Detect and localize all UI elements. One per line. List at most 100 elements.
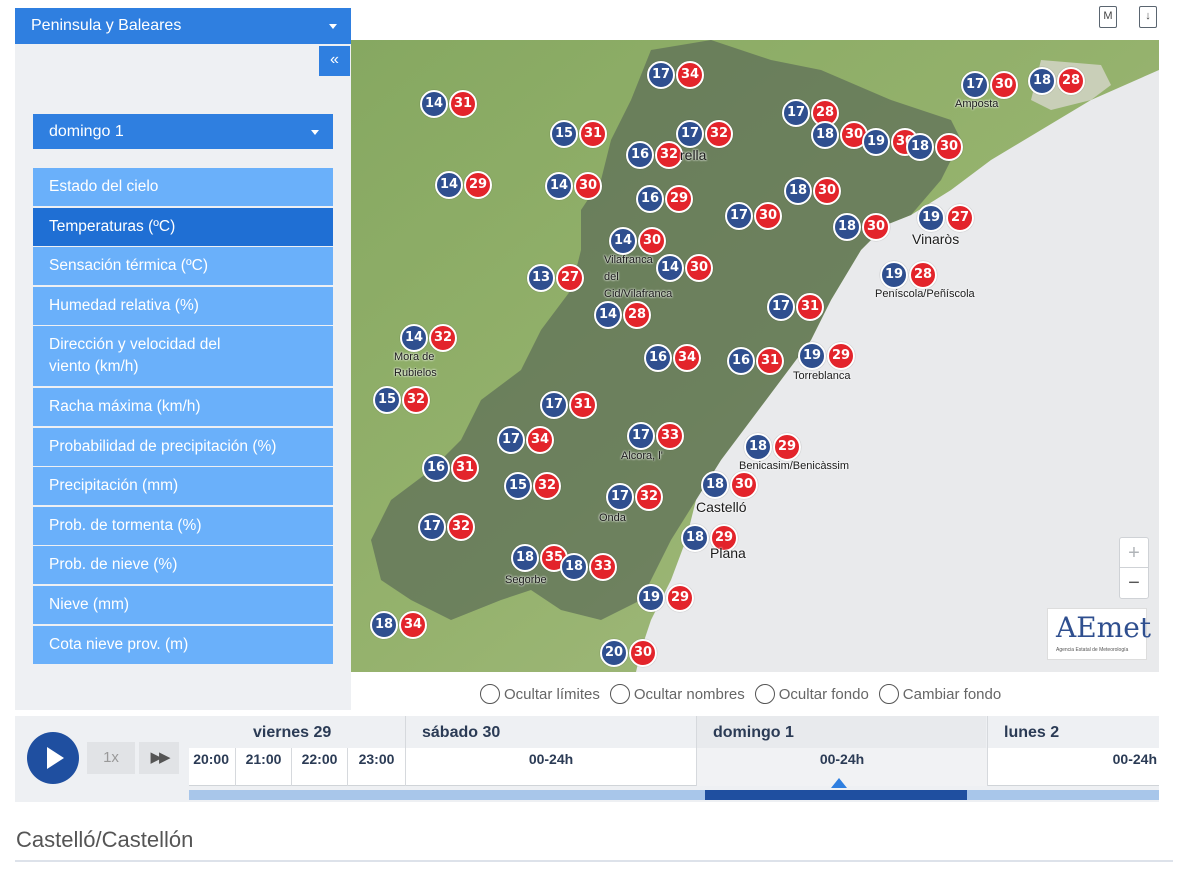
timeline-progress-bar[interactable] bbox=[189, 790, 1159, 800]
temp-marker[interactable]: 17 34 bbox=[497, 426, 554, 454]
speed-selector[interactable]: 1x bbox=[87, 742, 135, 774]
temp-marker[interactable]: 14 28 bbox=[594, 301, 651, 329]
min-temp: 17 bbox=[540, 391, 568, 419]
menu-item-prob-nieve[interactable]: Prob. de nieve (%) bbox=[33, 546, 333, 585]
temp-marker[interactable]: 16 29 bbox=[636, 185, 693, 213]
hour-slot[interactable]: 23:00 bbox=[347, 748, 405, 786]
temp-marker[interactable]: 17 32 bbox=[606, 483, 663, 511]
temp-marker[interactable]: 18 34 bbox=[370, 611, 427, 639]
checkbox-icon[interactable] bbox=[480, 684, 500, 704]
place-label: Mora de bbox=[394, 351, 435, 363]
hour-slot[interactable]: 00-24h bbox=[405, 748, 696, 786]
temp-marker[interactable]: 19 29 bbox=[798, 342, 855, 370]
hour-slot[interactable]: 21:00 bbox=[235, 748, 291, 786]
temp-marker[interactable]: 17 34 bbox=[647, 61, 704, 89]
temp-marker[interactable]: 17 30 bbox=[725, 202, 782, 230]
day-select[interactable]: domingo 1 bbox=[33, 114, 333, 149]
temp-marker[interactable]: 16 34 bbox=[644, 344, 701, 372]
temp-marker[interactable]: 14 30 bbox=[609, 227, 666, 255]
collapse-panel-button[interactable]: « bbox=[319, 46, 350, 76]
temp-marker[interactable]: 18 30 bbox=[784, 177, 841, 205]
temp-marker[interactable]: 18 30 bbox=[906, 133, 963, 161]
menu-item-temperaturas[interactable]: Temperaturas (ºC) bbox=[33, 207, 333, 246]
place-label: Alcora, l' bbox=[621, 450, 663, 462]
temp-marker[interactable]: 18 28 bbox=[1028, 67, 1085, 95]
min-temp: 17 bbox=[767, 293, 795, 321]
temp-marker[interactable]: 18 30 bbox=[833, 213, 890, 241]
menu-item-cota-nieve[interactable]: Cota nieve prov. (m) bbox=[33, 625, 333, 664]
temp-marker[interactable]: 15 31 bbox=[550, 120, 607, 148]
option-cambiar-fondo[interactable]: Cambiar fondo bbox=[878, 684, 1001, 704]
menu-item-sensacion-termica[interactable]: Sensación térmica (ºC) bbox=[33, 247, 333, 286]
temp-marker[interactable]: 18 33 bbox=[560, 553, 617, 581]
zoom-out-button[interactable]: − bbox=[1120, 568, 1148, 598]
temp-marker[interactable]: 14 32 bbox=[400, 324, 457, 352]
temp-marker[interactable]: 14 30 bbox=[545, 172, 602, 200]
temp-marker[interactable]: 20 30 bbox=[600, 639, 657, 667]
checkbox-icon[interactable] bbox=[609, 684, 630, 704]
option-ocultar-limites[interactable]: Ocultar límites bbox=[480, 684, 600, 704]
temp-marker[interactable]: 16 31 bbox=[727, 347, 784, 375]
place-label: Benicasim/Benicàssim bbox=[739, 460, 850, 472]
temp-marker[interactable]: 19 29 bbox=[637, 584, 694, 612]
menu-item-prob-tormenta[interactable]: Prob. de tormenta (%) bbox=[33, 506, 333, 545]
temp-marker[interactable]: 15 32 bbox=[504, 472, 561, 500]
temp-marker[interactable]: 18 30 bbox=[701, 471, 758, 499]
place-label: Segorbe bbox=[505, 574, 547, 586]
temp-marker[interactable]: 18 29 bbox=[744, 433, 801, 461]
timeline-pointer-icon bbox=[831, 778, 847, 788]
max-temp: 31 bbox=[569, 391, 597, 419]
title-divider bbox=[15, 860, 1173, 862]
temp-marker[interactable]: 16 31 bbox=[422, 454, 479, 482]
region-select[interactable]: Peninsula y Baleares bbox=[15, 8, 351, 44]
hour-slot[interactable]: 20:00 bbox=[189, 748, 235, 786]
max-temp: 29 bbox=[464, 171, 492, 199]
checkbox-icon[interactable] bbox=[754, 684, 775, 704]
option-ocultar-fondo[interactable]: Ocultar fondo bbox=[754, 684, 869, 704]
zoom-in-button[interactable]: + bbox=[1120, 538, 1148, 568]
temp-marker[interactable]: 13 27 bbox=[527, 264, 584, 292]
menu-item-viento[interactable]: Dirección y velocidad del viento (km/h) bbox=[33, 326, 333, 387]
checkbox-icon[interactable] bbox=[878, 684, 899, 704]
logo-subtitle: Agencia Estatal de Meteorología bbox=[1056, 647, 1129, 653]
option-ocultar-nombres[interactable]: Ocultar nombres bbox=[609, 684, 745, 704]
temp-marker[interactable]: 17 32 bbox=[676, 120, 733, 148]
download-icon[interactable]: ↓ bbox=[1139, 6, 1157, 28]
min-temp: 18 bbox=[511, 544, 539, 572]
temp-marker[interactable]: 16 32 bbox=[626, 141, 683, 169]
temp-marker[interactable]: 14 30 bbox=[656, 254, 713, 282]
option-label: Ocultar límites bbox=[504, 685, 600, 703]
menu-item-prob-precipitacion[interactable]: Probabilidad de precipitación (%) bbox=[33, 427, 333, 466]
left-panel: Peninsula y Baleares « domingo 1 Estado … bbox=[15, 8, 351, 710]
temp-marker[interactable]: 19 27 bbox=[917, 204, 974, 232]
place-label: Rubielos bbox=[394, 367, 437, 379]
temp-marker[interactable]: 14 29 bbox=[435, 171, 492, 199]
temp-marker[interactable]: 15 32 bbox=[373, 386, 430, 414]
min-temp: 19 bbox=[917, 204, 945, 232]
menu-item-humedad-relativa[interactable]: Humedad relativa (%) bbox=[33, 286, 333, 325]
menu-item-nieve[interactable]: Nieve (mm) bbox=[33, 585, 333, 624]
temp-marker[interactable]: 19 28 bbox=[880, 261, 937, 289]
fast-forward-button[interactable]: ▶▶ bbox=[139, 742, 179, 774]
map-export-icon[interactable]: M bbox=[1099, 6, 1117, 28]
temp-marker[interactable]: 17 31 bbox=[767, 293, 824, 321]
play-button[interactable] bbox=[27, 732, 79, 784]
day-label: sábado 30 bbox=[405, 716, 695, 748]
min-temp: 18 bbox=[784, 177, 812, 205]
min-temp: 18 bbox=[681, 524, 709, 552]
weather-map[interactable]: 17 34 14 31 15 31 17 32 16 32 17 28 18 30 19 30 … bbox=[351, 40, 1159, 672]
temp-marker[interactable]: 17 31 bbox=[540, 391, 597, 419]
max-temp: 31 bbox=[449, 90, 477, 118]
temp-marker[interactable]: 18 30 bbox=[811, 121, 868, 149]
max-temp: 30 bbox=[754, 202, 782, 230]
min-temp: 15 bbox=[550, 120, 578, 148]
temp-marker[interactable]: 17 30 bbox=[961, 71, 1018, 99]
temp-marker[interactable]: 17 33 bbox=[627, 422, 684, 450]
menu-item-precipitacion[interactable]: Precipitación (mm) bbox=[33, 467, 333, 506]
hour-slot[interactable]: 22:00 bbox=[291, 748, 347, 786]
menu-item-estado-cielo[interactable]: Estado del cielo bbox=[33, 168, 333, 206]
temp-marker[interactable]: 14 31 bbox=[420, 90, 477, 118]
hour-slot[interactable]: 00-24h bbox=[987, 748, 1159, 786]
menu-item-racha-maxima[interactable]: Racha máxima (km/h) bbox=[33, 387, 333, 426]
temp-marker[interactable]: 17 32 bbox=[418, 513, 475, 541]
